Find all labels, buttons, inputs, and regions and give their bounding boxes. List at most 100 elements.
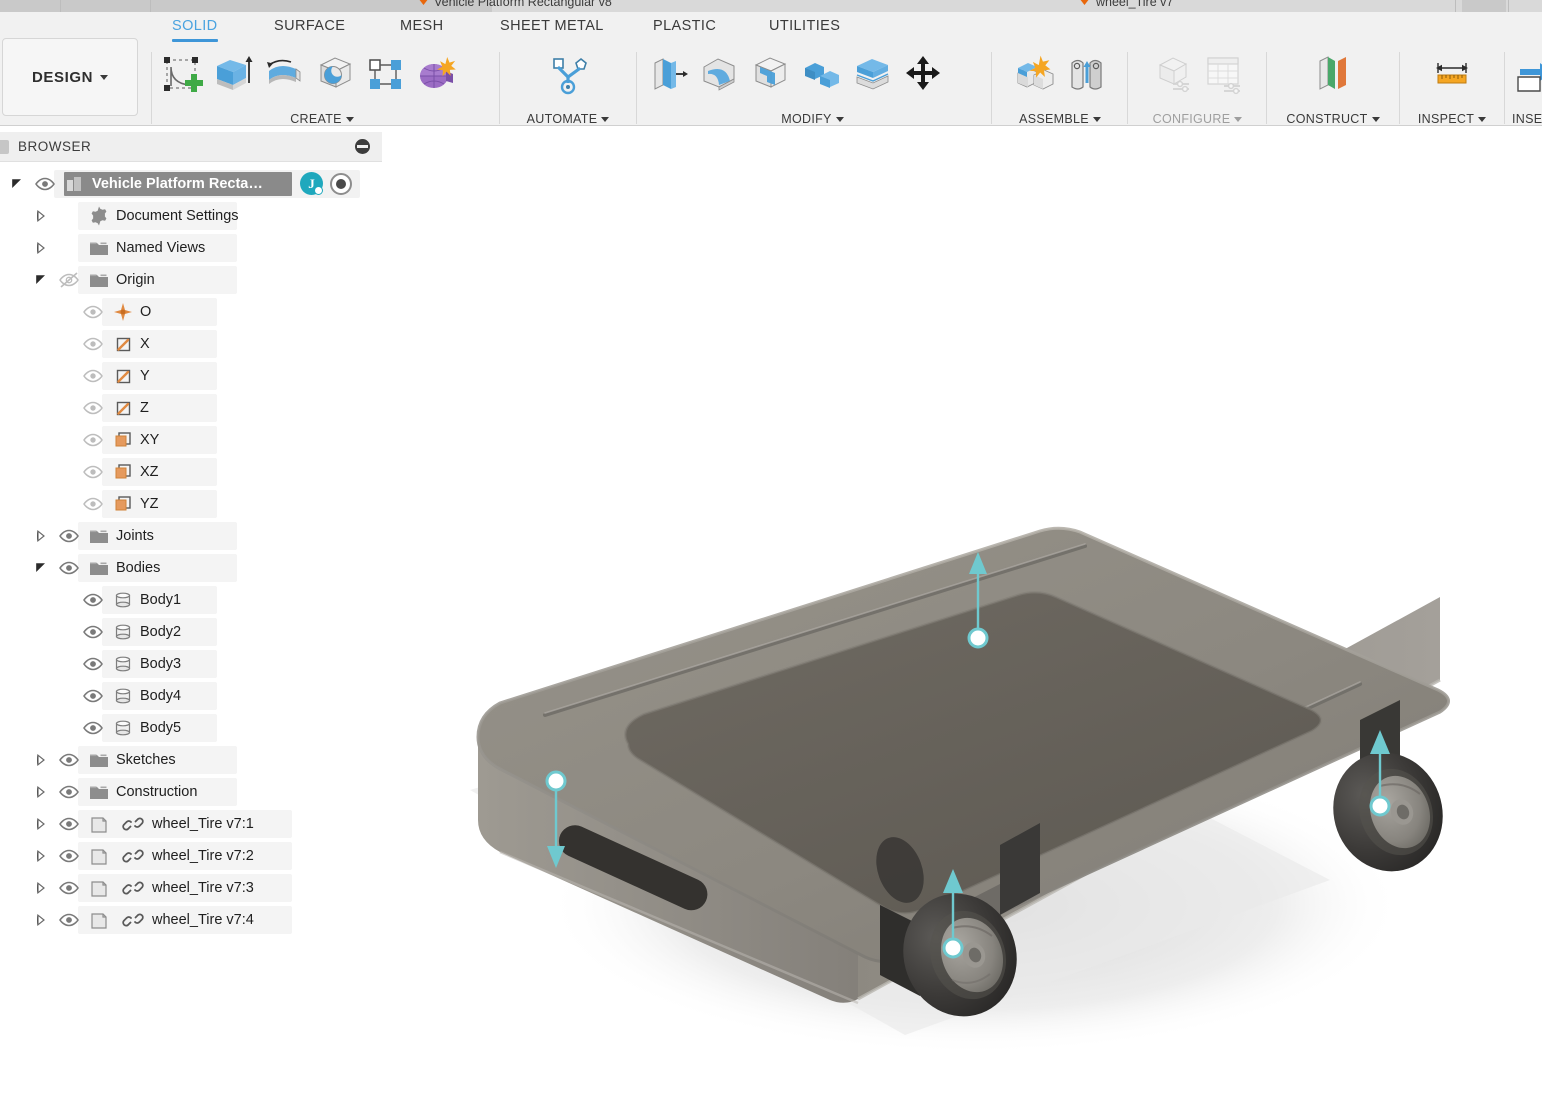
visibility-eye-icon[interactable] bbox=[82, 333, 104, 355]
visibility-eye-icon[interactable] bbox=[82, 429, 104, 451]
tab-surface[interactable]: SURFACE bbox=[274, 14, 345, 42]
expand-arrow-closed[interactable] bbox=[34, 529, 48, 543]
create-sketch-icon[interactable] bbox=[158, 51, 204, 97]
hole-icon[interactable] bbox=[311, 51, 357, 97]
tree-item-wheel-tire-v7-2[interactable]: wheel_Tire v7:2 bbox=[0, 840, 382, 872]
fillet-icon[interactable] bbox=[696, 51, 742, 97]
visibility-eye-icon[interactable] bbox=[58, 877, 80, 899]
tree-item-wheel-tire-v7-3[interactable]: wheel_Tire v7:3 bbox=[0, 872, 382, 904]
document-tab-1[interactable]: Vehicle Platform Rectangular v8 bbox=[434, 0, 612, 12]
visibility-eye-icon[interactable] bbox=[34, 173, 56, 195]
panel-label-automate[interactable]: AUTOMATE bbox=[507, 112, 629, 126]
tree-item-xz[interactable]: XZ bbox=[0, 456, 382, 488]
tree-item-body4[interactable]: Body4 bbox=[0, 680, 382, 712]
revolve-icon[interactable] bbox=[260, 51, 306, 97]
tree-item-vehicle-platform-recta[interactable]: Vehicle Platform Recta… J bbox=[0, 168, 382, 200]
tree-item-wheel-tire-v7-1[interactable]: wheel_Tire v7:1 bbox=[0, 808, 382, 840]
visibility-eye-icon[interactable] bbox=[58, 269, 80, 291]
tree-item-joints[interactable]: Joints bbox=[0, 520, 382, 552]
visibility-eye-icon[interactable] bbox=[82, 301, 104, 323]
tree-item-body3[interactable]: Body3 bbox=[0, 648, 382, 680]
tree-item-z[interactable]: Z bbox=[0, 392, 382, 424]
expand-arrow-open[interactable] bbox=[34, 561, 48, 575]
move-copy-icon[interactable] bbox=[900, 51, 946, 97]
visibility-eye-icon[interactable] bbox=[58, 845, 80, 867]
expand-arrow-closed[interactable] bbox=[34, 241, 48, 255]
tab-solid[interactable]: SOLID bbox=[172, 14, 218, 42]
panel-label-inspect[interactable]: INSPECT bbox=[1407, 112, 1497, 126]
tree-item-construction[interactable]: Construction bbox=[0, 776, 382, 808]
configuration-table-icon[interactable] bbox=[1200, 51, 1246, 97]
visibility-eye-icon[interactable] bbox=[82, 461, 104, 483]
tree-item-wheel-tire-v7-4[interactable]: wheel_Tire v7:4 bbox=[0, 904, 382, 936]
visibility-eye-icon[interactable] bbox=[58, 749, 80, 771]
tab-utilities[interactable]: UTILITIES bbox=[769, 14, 840, 42]
component-activated-radio[interactable] bbox=[330, 173, 352, 195]
tab-overflow-button[interactable] bbox=[1462, 0, 1506, 12]
tab-sheet-metal[interactable]: SHEET METAL bbox=[500, 14, 604, 42]
expand-arrow-closed[interactable] bbox=[34, 817, 48, 831]
tree-item-body5[interactable]: Body5 bbox=[0, 712, 382, 744]
tree-item-o[interactable]: O bbox=[0, 296, 382, 328]
visibility-eye-icon[interactable] bbox=[82, 589, 104, 611]
expand-arrow-closed[interactable] bbox=[34, 753, 48, 767]
tab-mesh[interactable]: MESH bbox=[400, 14, 444, 42]
visibility-eye-icon[interactable] bbox=[82, 493, 104, 515]
minimize-icon[interactable] bbox=[355, 139, 370, 154]
visibility-eye-icon[interactable] bbox=[58, 557, 80, 579]
panel-label-construct[interactable]: CONSTRUCT bbox=[1274, 112, 1392, 126]
joints-badge[interactable]: J bbox=[300, 172, 323, 195]
visibility-eye-icon[interactable] bbox=[82, 365, 104, 387]
tree-item-body2[interactable]: Body2 bbox=[0, 616, 382, 648]
panel-label-configure[interactable]: CONFIGURE bbox=[1135, 112, 1260, 126]
visibility-eye-icon[interactable] bbox=[58, 813, 80, 835]
viewport-3d[interactable] bbox=[382, 127, 1542, 1110]
combine-icon[interactable] bbox=[798, 51, 844, 97]
joint-icon[interactable] bbox=[1063, 51, 1109, 97]
workspace-selector[interactable]: DESIGN bbox=[2, 38, 138, 116]
document-tab-2[interactable]: wheel_Tire v7 bbox=[1096, 0, 1173, 12]
panel-label-modify[interactable]: MODIFY bbox=[645, 112, 980, 126]
tree-item-document-settings[interactable]: Document Settings bbox=[0, 200, 382, 232]
measure-icon[interactable] bbox=[1429, 51, 1475, 97]
tree-item-named-views[interactable]: Named Views bbox=[0, 232, 382, 264]
visibility-eye-icon[interactable] bbox=[82, 621, 104, 643]
visibility-eye-icon[interactable] bbox=[82, 653, 104, 675]
expand-arrow-closed[interactable] bbox=[34, 209, 48, 223]
visibility-eye-icon[interactable] bbox=[58, 781, 80, 803]
configuration-icon[interactable] bbox=[1149, 51, 1195, 97]
tree-item-bodies[interactable]: Bodies bbox=[0, 552, 382, 584]
automate-icon[interactable] bbox=[545, 51, 591, 97]
tree-item-body1[interactable]: Body1 bbox=[0, 584, 382, 616]
shell-icon[interactable] bbox=[747, 51, 793, 97]
create-form-icon[interactable] bbox=[413, 51, 459, 97]
expand-arrow-closed[interactable] bbox=[34, 785, 48, 799]
tree-item-yz[interactable]: YZ bbox=[0, 488, 382, 520]
tab-plastic[interactable]: PLASTIC bbox=[653, 14, 716, 42]
expand-arrow-closed[interactable] bbox=[34, 849, 48, 863]
expand-arrow-open[interactable] bbox=[10, 177, 24, 191]
tree-item-y[interactable]: Y bbox=[0, 360, 382, 392]
visibility-eye-icon[interactable] bbox=[58, 909, 80, 931]
expand-arrow-open[interactable] bbox=[34, 273, 48, 287]
panel-label-insert[interactable]: INSERT bbox=[1512, 112, 1542, 126]
insert-derive-icon[interactable] bbox=[1512, 51, 1542, 97]
panel-label-create[interactable]: CREATE bbox=[158, 112, 486, 126]
visibility-eye-icon[interactable] bbox=[82, 397, 104, 419]
offset-plane-icon[interactable] bbox=[1310, 51, 1356, 97]
tree-item-origin[interactable]: Origin bbox=[0, 264, 382, 296]
expand-arrow-closed[interactable] bbox=[34, 881, 48, 895]
visibility-eye-icon[interactable] bbox=[82, 685, 104, 707]
pattern-icon[interactable] bbox=[362, 51, 408, 97]
panel-dock-icon[interactable] bbox=[0, 140, 9, 154]
visibility-eye-icon[interactable] bbox=[58, 525, 80, 547]
tree-item-x[interactable]: X bbox=[0, 328, 382, 360]
press-pull-icon[interactable] bbox=[645, 51, 691, 97]
tree-item-sketches[interactable]: Sketches bbox=[0, 744, 382, 776]
tree-item-xy[interactable]: XY bbox=[0, 424, 382, 456]
new-component-icon[interactable] bbox=[1012, 51, 1058, 97]
split-face-icon[interactable] bbox=[849, 51, 895, 97]
document-tab-strip[interactable]: Vehicle Platform Rectangular v8 wheel_Ti… bbox=[0, 0, 1542, 12]
expand-arrow-closed[interactable] bbox=[34, 913, 48, 927]
extrude-icon[interactable] bbox=[209, 51, 255, 97]
